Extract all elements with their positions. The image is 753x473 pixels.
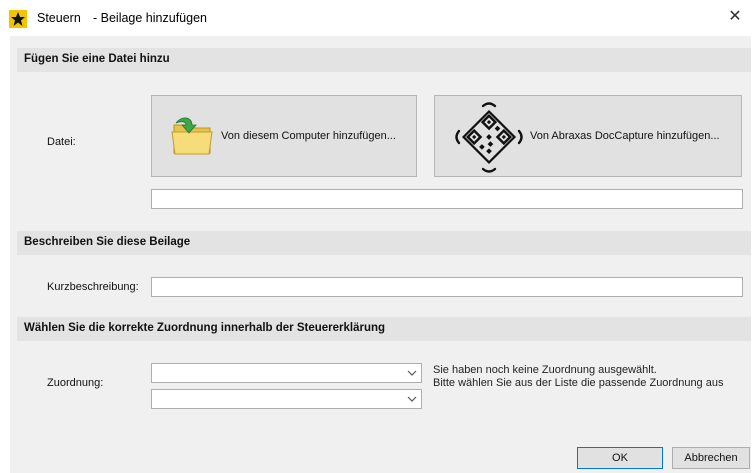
- section-title-assign: Wählen Sie die korrekte Zuordnung innerh…: [24, 322, 386, 334]
- window-app-name: Steuern: [37, 11, 81, 25]
- section-title-describe: Beschreiben Sie diese Beilage: [24, 236, 191, 248]
- assignment-hint-line-1: Sie haben noch keine Zuordnung ausgewähl…: [433, 364, 657, 376]
- assignment-hint-line-2: Bitte wählen Sie aus der Liste die passe…: [433, 377, 724, 389]
- chevron-down-icon: [407, 370, 417, 376]
- add-attachment-dialog: Steuern - Beilage hinzufügen ✕ Fügen Sie…: [0, 0, 753, 473]
- folder-add-icon: [171, 117, 213, 155]
- short-description-label: Kurzbeschreibung:: [47, 281, 139, 293]
- title-bar: Steuern - Beilage hinzufügen ✕: [0, 0, 753, 36]
- file-label: Datei:: [47, 136, 76, 148]
- add-from-computer-button[interactable]: Von diesem Computer hinzufügen...: [151, 95, 417, 177]
- assignment-label: Zuordnung:: [47, 377, 104, 389]
- section-header-describe: Beschreiben Sie diese Beilage: [17, 231, 751, 255]
- doccapture-scan-icon: [455, 102, 523, 173]
- cancel-button[interactable]: Abbrechen: [672, 447, 750, 469]
- ok-button[interactable]: OK: [577, 447, 663, 469]
- chevron-down-icon: [407, 396, 417, 402]
- add-from-computer-label: Von diesem Computer hinzufügen...: [221, 130, 396, 142]
- window-title: - Beilage hinzufügen: [93, 11, 207, 25]
- assignment-select-primary[interactable]: [151, 363, 422, 383]
- section-header-assign: Wählen Sie die korrekte Zuordnung innerh…: [17, 317, 751, 341]
- short-description-input[interactable]: [151, 277, 743, 297]
- app-logo-icon: [9, 10, 27, 28]
- add-from-doccapture-button[interactable]: Von Abraxas DocCapture hinzufügen...: [434, 95, 742, 177]
- assignment-select-secondary[interactable]: [151, 389, 422, 409]
- file-path-field[interactable]: [151, 189, 743, 209]
- add-from-doccapture-label: Von Abraxas DocCapture hinzufügen...: [530, 130, 720, 142]
- section-title-file: Fügen Sie eine Datei hinzu: [24, 53, 170, 65]
- close-icon[interactable]: ✕: [726, 8, 744, 26]
- section-header-file: Fügen Sie eine Datei hinzu: [17, 48, 751, 72]
